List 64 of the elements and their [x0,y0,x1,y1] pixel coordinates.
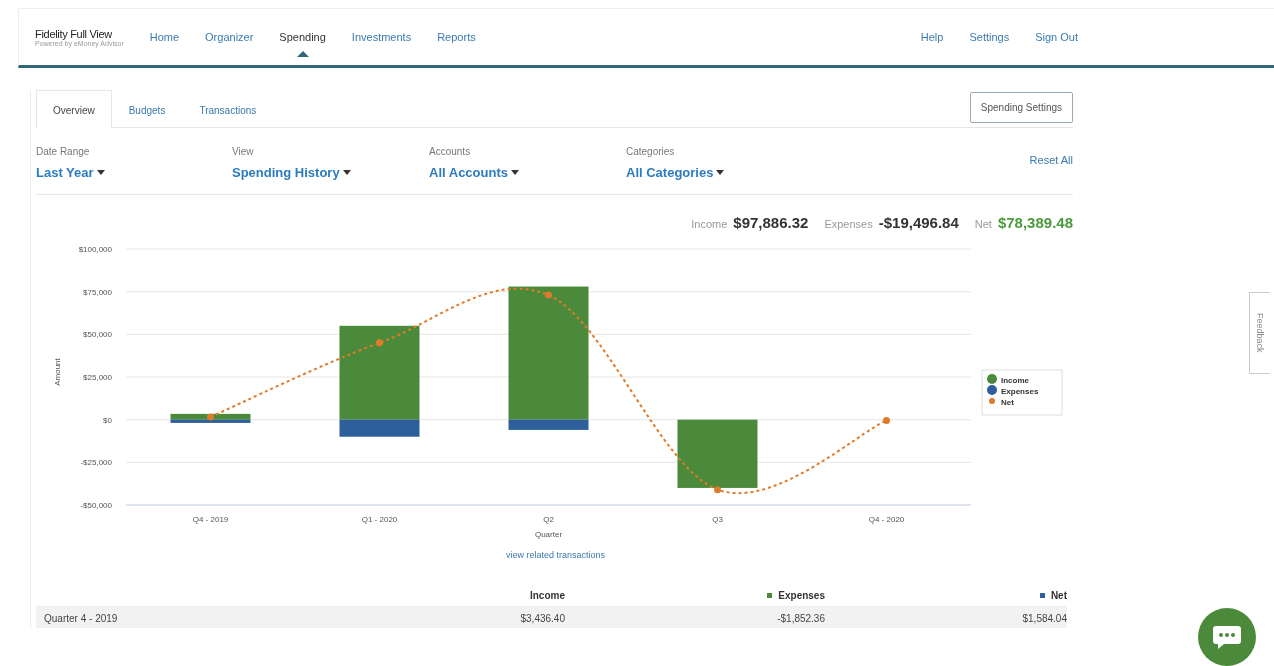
line-point [883,417,890,424]
caret-icon [342,170,351,175]
caret-icon [716,170,725,175]
axis-tick-label: $75,000 [83,287,112,297]
nav-item[interactable]: Reports [437,21,476,53]
table-cell-text: Quarter 4 - 2019 [43,613,119,624]
axis-tick-label: -$25,000 [80,458,112,468]
axis-tick-label: -$50,000 [80,501,112,510]
legend-label: Net [1001,398,1015,407]
column-header: Income [530,589,565,601]
logo[interactable]: Fidelity Full View [35,27,124,40]
axis-title: Amount [53,358,62,386]
total-value: -$19,496.84 [878,214,959,231]
tab[interactable]: Transactions [182,90,274,127]
filter-dropdown[interactable]: All Categories [626,165,823,180]
tab[interactable]: Overview [36,90,112,128]
axis-tick-label: $50,000 [83,330,112,340]
axis-tick-label: Q4 - 2020 [868,515,905,524]
chat-bubble-icon [1212,624,1242,650]
axis-tick-label: $100,000 [78,245,112,254]
table-cell-text: $3,436.40 [519,613,565,624]
table-cell-text: $1,584.04 [1021,613,1067,624]
column-header: Expenses [778,589,825,601]
filter-label: Categories [626,146,676,157]
axis-tick-label: Q4 - 2019 [192,515,229,524]
axis-tick-label: $25,000 [83,373,112,382]
legend-label: Income [1001,376,1030,385]
total-value: $97,886.32 [733,214,809,231]
tab[interactable]: Budgets [111,90,183,127]
filter-dropdown[interactable]: Last Year [36,165,232,180]
line-point [207,413,214,421]
axis-title: Quarter [534,530,563,539]
header-link[interactable]: Help [920,31,944,43]
filter-label: Accounts [429,146,472,157]
line-point [545,291,552,299]
caret-icon [511,170,519,175]
column-header: Net [1050,589,1067,601]
line-point [714,486,721,494]
total-label: Expenses [824,218,873,230]
nav-item[interactable]: Home [149,21,180,53]
feedback-tab[interactable]: Feedback [1249,292,1270,374]
nav-item[interactable]: Investments [351,21,412,53]
axis-tick-label: Q3 [712,515,723,524]
table-cell-text: -$1,852.36 [776,613,825,624]
axis-tick-label: Q2 [543,515,554,524]
total-label: Net [974,218,992,230]
legend-label: Expenses [1001,387,1039,396]
total-value: $78,389.48 [997,214,1073,231]
nav-item[interactable]: Organizer [205,21,254,53]
filter-label: Date Range [36,146,91,157]
view-transactions-link[interactable]: view related transactions [505,550,606,560]
chat-button[interactable] [1198,608,1256,666]
reset-link[interactable]: Reset All [1029,154,1073,166]
line-point [376,339,383,347]
header-link[interactable]: Sign Out [1035,31,1078,43]
axis-tick-label: $0 [103,415,112,425]
axis-tick-label: Q1 - 2020 [361,515,398,524]
caret-icon [96,170,105,175]
filter-dropdown[interactable]: All Accounts [429,165,626,180]
filter-dropdown[interactable]: Spending History [232,165,429,180]
total-label: Income [691,218,728,230]
header-link[interactable]: Settings [969,31,1010,43]
spending-settings-button[interactable]: Spending Settings [969,92,1073,123]
filter-label: View [232,146,255,157]
